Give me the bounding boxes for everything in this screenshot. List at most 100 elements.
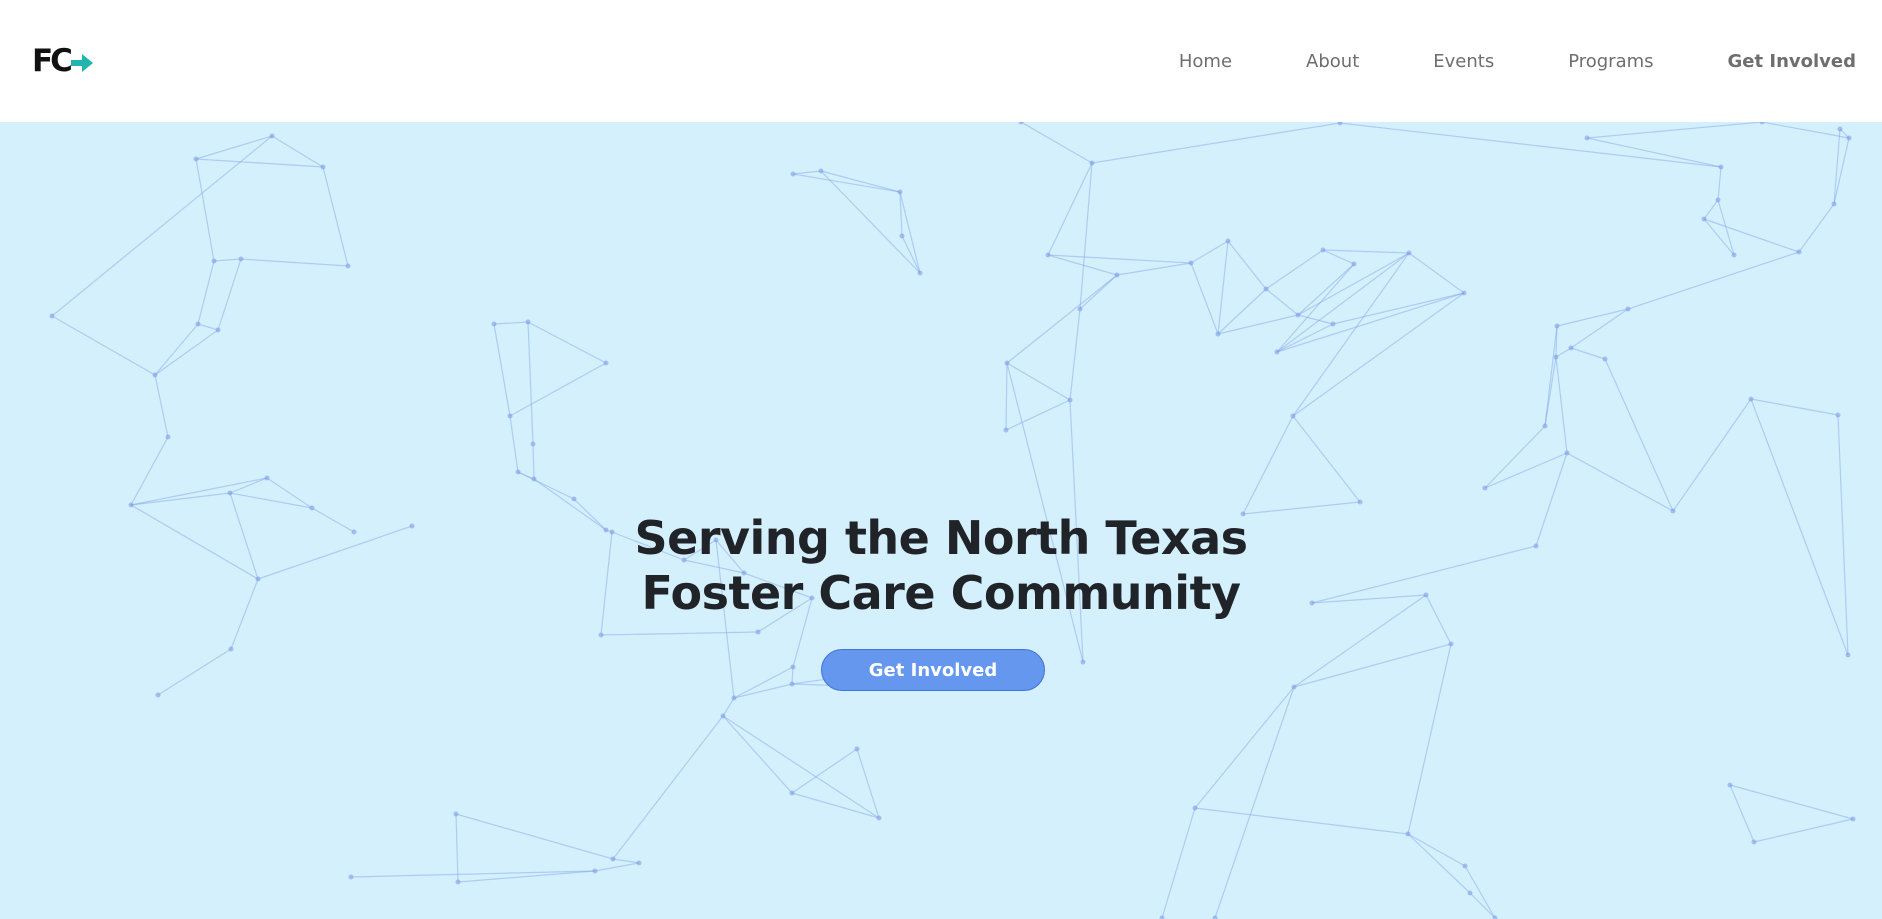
network-link bbox=[1586, 137, 1722, 168]
network-node bbox=[755, 629, 761, 635]
network-node bbox=[1554, 323, 1560, 329]
network-link bbox=[1242, 415, 1294, 515]
network-link bbox=[493, 323, 511, 417]
network-node bbox=[1564, 450, 1570, 456]
network-link bbox=[1005, 362, 1008, 431]
network-link bbox=[1555, 356, 1568, 454]
network-link bbox=[1322, 249, 1355, 265]
site-logo[interactable]: FC bbox=[32, 46, 93, 77]
nav-about[interactable]: About bbox=[1306, 50, 1359, 74]
network-link bbox=[154, 374, 169, 438]
network-node bbox=[1759, 122, 1765, 125]
network-node bbox=[1715, 197, 1721, 203]
network-node bbox=[1542, 423, 1548, 429]
network-link bbox=[1265, 288, 1299, 316]
network-link bbox=[1555, 347, 1572, 358]
network-node bbox=[790, 664, 796, 670]
network-node bbox=[128, 502, 134, 508]
network-link bbox=[51, 135, 273, 317]
network-node bbox=[636, 860, 642, 866]
network-link bbox=[1190, 262, 1219, 335]
network-link bbox=[1005, 399, 1071, 431]
network-node bbox=[1045, 252, 1051, 258]
network-link bbox=[1091, 122, 1341, 164]
network-link bbox=[51, 315, 156, 376]
nav-events[interactable]: Events bbox=[1433, 50, 1494, 74]
network-node bbox=[1263, 286, 1269, 292]
network-node bbox=[1067, 397, 1073, 403]
network-node bbox=[854, 746, 860, 752]
network-node bbox=[1212, 915, 1218, 919]
network-link bbox=[1604, 358, 1674, 512]
network-link bbox=[509, 415, 519, 473]
nav-get-involved[interactable]: Get Involved bbox=[1728, 50, 1856, 74]
nav-programs[interactable]: Programs bbox=[1568, 50, 1653, 74]
network-node bbox=[1748, 396, 1754, 402]
network-node bbox=[165, 434, 171, 440]
network-link bbox=[1116, 262, 1192, 276]
network-node bbox=[571, 496, 577, 502]
network-node bbox=[1846, 135, 1852, 141]
network-link bbox=[791, 666, 794, 685]
network-link bbox=[1190, 240, 1229, 264]
network-link bbox=[856, 748, 880, 819]
network-node bbox=[1357, 499, 1363, 505]
network-node bbox=[1467, 890, 1473, 896]
main-nav: Home About Events Programs Get Involved bbox=[1105, 50, 1856, 74]
network-link bbox=[455, 813, 459, 883]
network-link bbox=[1703, 199, 1719, 220]
network-link bbox=[791, 748, 858, 794]
network-link bbox=[517, 471, 575, 500]
network-link bbox=[1322, 249, 1410, 254]
network-node bbox=[1831, 201, 1837, 207]
network-node bbox=[876, 815, 882, 821]
network-link bbox=[1570, 308, 1629, 349]
network-link bbox=[1276, 292, 1465, 353]
network-link bbox=[195, 158, 215, 262]
network-link bbox=[493, 321, 529, 325]
network-link bbox=[1161, 807, 1196, 919]
nav-home[interactable]: Home bbox=[1179, 50, 1232, 74]
network-link bbox=[1566, 452, 1674, 512]
network-link bbox=[899, 191, 921, 274]
network-link bbox=[322, 166, 349, 267]
network-node bbox=[309, 505, 315, 511]
network-node bbox=[1731, 252, 1737, 258]
network-link bbox=[733, 683, 793, 699]
arrow-right-icon bbox=[70, 53, 93, 72]
network-node bbox=[592, 868, 598, 874]
network-node bbox=[515, 469, 521, 475]
network-node bbox=[1448, 641, 1454, 647]
network-node bbox=[1461, 290, 1467, 296]
get-involved-button[interactable]: Get Involved bbox=[821, 649, 1045, 691]
network-link bbox=[820, 170, 901, 193]
network-node bbox=[1837, 126, 1843, 132]
network-node bbox=[899, 233, 905, 239]
network-node bbox=[345, 263, 351, 269]
network-node bbox=[1004, 360, 1010, 366]
network-link bbox=[1339, 122, 1722, 168]
network-node bbox=[610, 856, 616, 862]
network-node bbox=[1727, 782, 1733, 788]
network-link bbox=[722, 715, 880, 819]
logo-text: FC bbox=[32, 43, 73, 79]
network-link bbox=[1276, 323, 1334, 353]
network-node bbox=[720, 713, 726, 719]
network-node bbox=[1751, 839, 1757, 845]
network-link bbox=[1729, 784, 1755, 843]
network-node bbox=[1337, 122, 1343, 126]
network-node bbox=[215, 327, 221, 333]
network-node bbox=[1796, 249, 1802, 255]
network-link bbox=[1586, 122, 1763, 139]
network-link bbox=[1020, 122, 1093, 164]
network-node bbox=[531, 476, 537, 482]
network-node bbox=[598, 632, 604, 638]
network-link bbox=[1407, 643, 1452, 835]
network-link bbox=[1717, 199, 1735, 256]
network-node bbox=[348, 874, 354, 880]
network-link bbox=[722, 697, 735, 717]
network-link bbox=[527, 321, 607, 364]
network-node bbox=[1274, 349, 1280, 355]
network-node bbox=[1835, 412, 1841, 418]
network-node bbox=[269, 133, 275, 139]
